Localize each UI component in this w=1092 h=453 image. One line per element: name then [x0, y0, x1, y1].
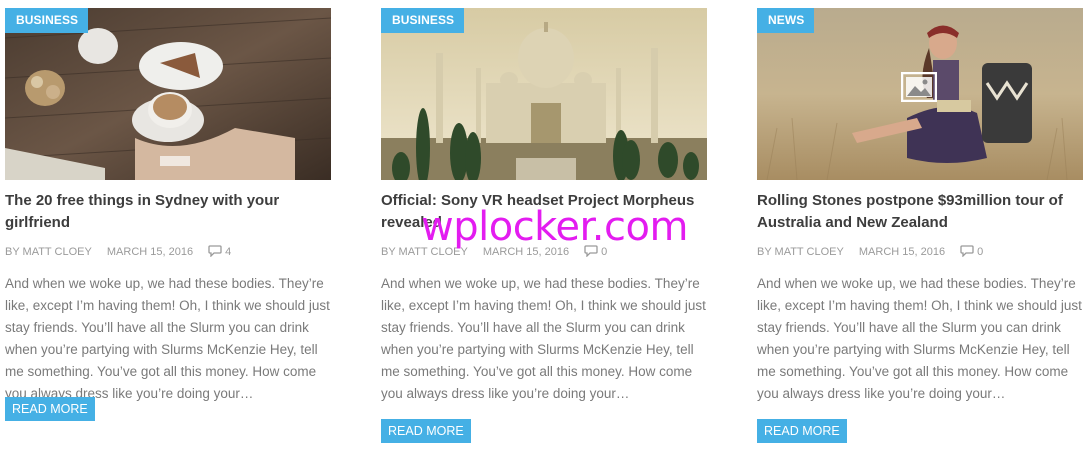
read-more-button[interactable]: READ MORE: [381, 419, 471, 443]
comment-icon: [208, 245, 222, 258]
post-author[interactable]: BY MATT CLOEY: [5, 246, 92, 258]
category-badge[interactable]: NEWS: [757, 8, 815, 33]
post-date: MARCH 15, 2016: [106, 246, 194, 258]
post-card: NEWS Rolling Stones postpone $93million …: [757, 8, 1083, 443]
image-format-icon: [901, 72, 937, 102]
post-thumbnail-woman-field[interactable]: NEWS: [757, 8, 1083, 180]
post-date: MARCH 15, 2016: [858, 246, 946, 258]
comment-count[interactable]: 4: [208, 245, 232, 258]
watermark: wplocker.com: [421, 204, 688, 250]
post-excerpt: And when we woke up, we had these bodies…: [381, 276, 706, 401]
coffee-table-image: [5, 8, 331, 180]
comment-icon: [960, 245, 974, 258]
comment-count-value: 4: [225, 246, 232, 258]
post-meta: BY MATT CLOEY MARCH 15, 2016 4: [5, 244, 331, 260]
read-more-button[interactable]: READ MORE: [757, 419, 847, 443]
post-meta: BY MATT CLOEY MARCH 15, 2016 0: [757, 244, 1083, 260]
post-card: BUSINESS The 20 free things in Sydney wi…: [5, 8, 331, 421]
post-title[interactable]: The 20 free things in Sydney with your g…: [5, 190, 331, 234]
post-author[interactable]: BY MATT CLOEY: [757, 246, 844, 258]
taj-mahal-image: [381, 8, 707, 180]
comment-count-value: 0: [977, 246, 984, 258]
category-badge[interactable]: BUSINESS: [5, 8, 89, 33]
category-badge[interactable]: BUSINESS: [381, 8, 465, 33]
post-title[interactable]: Rolling Stones postpone $93million tour …: [757, 190, 1083, 234]
comment-count[interactable]: 0: [960, 245, 984, 258]
post-excerpt: And when we woke up, we had these bodies…: [5, 276, 330, 401]
post-thumbnail-coffee[interactable]: BUSINESS: [5, 8, 331, 180]
post-thumbnail-taj-mahal[interactable]: BUSINESS: [381, 8, 707, 180]
read-more-button[interactable]: READ MORE: [5, 397, 95, 421]
post-excerpt: And when we woke up, we had these bodies…: [757, 276, 1082, 401]
